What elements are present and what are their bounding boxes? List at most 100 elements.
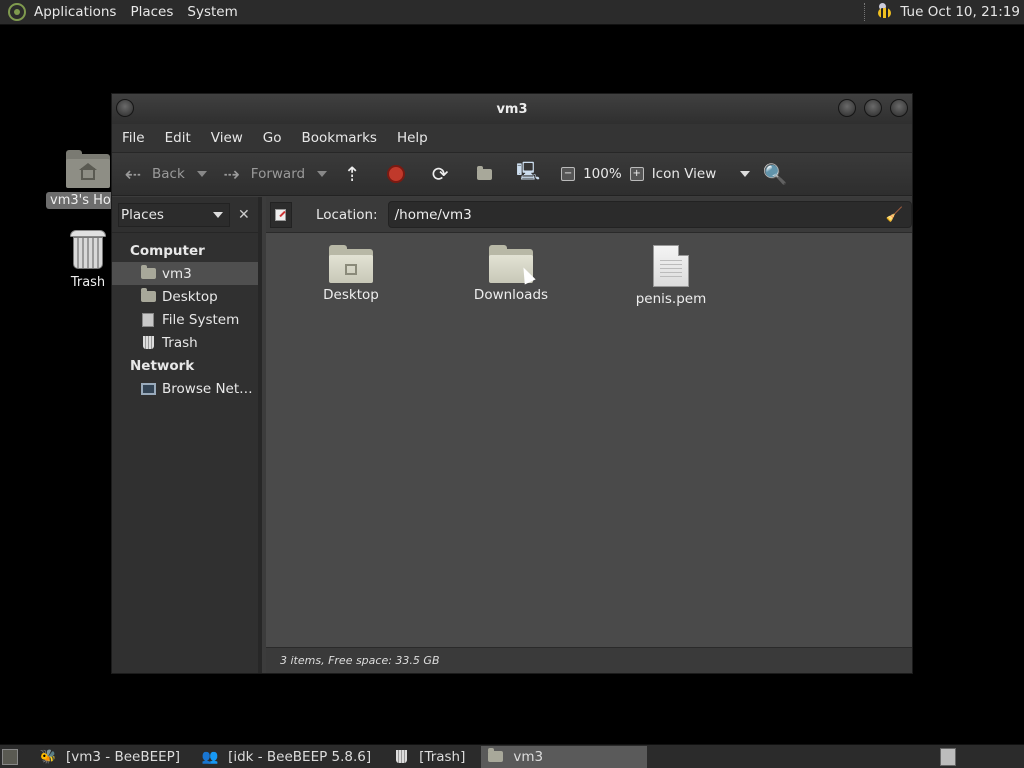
top-panel: Applications Places System Tue Oct 10, 2… [0,0,1024,25]
sidebar-item-label: File System [162,311,240,328]
stop-icon [385,163,407,185]
menu-file[interactable]: File [122,130,145,146]
chevron-down-icon [213,211,223,218]
stop-button[interactable] [385,153,415,195]
search-button[interactable]: 🔍 [763,153,794,195]
bottom-panel: 🐝 [vm3 - BeeBEEP] 👥 [idk - BeeBEEP 5.8.6… [0,744,1024,768]
menubar: File Edit View Go Bookmarks Help [112,124,912,152]
sidebar-item-label: Trash [162,334,198,351]
menu-help[interactable]: Help [397,130,428,146]
sidebar-item-vm3[interactable]: vm3 [112,262,258,285]
top-panel-menus: Applications Places System [34,0,246,24]
menu-applications[interactable]: Applications [34,4,124,20]
window-menu-button[interactable] [116,99,134,117]
window-title: vm3 [496,101,528,117]
sidebar-item-label: Browse Net… [162,380,253,397]
sidebar-selector-label: Places [121,206,164,223]
back-label: Back [152,166,185,182]
back-arrow-icon: ⇠ [124,162,142,186]
file-item-desktop[interactable]: Desktop [296,245,406,303]
menu-bookmarks[interactable]: Bookmarks [302,130,377,146]
sidebar-item-label: Desktop [162,288,218,305]
taskbar-item-label: [idk - BeeBEEP 5.8.6] [228,748,372,765]
up-button[interactable]: ⇡ [341,153,371,195]
content-area: Location: /home/vm3 🧹 Desktop Downloads [266,197,912,673]
beebeep-tray-icon[interactable] [874,3,894,21]
status-bar: 3 items, Free space: 33.5 GB [266,647,912,673]
sidebar-header: Places ✕ [112,197,258,233]
file-item-downloads[interactable]: Downloads [456,245,566,303]
back-button[interactable]: ⇠ Back [122,153,207,195]
location-input[interactable]: /home/vm3 🧹 [387,201,912,228]
computer-button[interactable]: 🖳 [516,153,547,195]
window-titlebar[interactable]: vm3 [112,94,912,124]
zoom-in-icon[interactable]: + [629,167,644,181]
close-button[interactable] [890,99,908,117]
home-button[interactable] [473,153,503,195]
menu-go[interactable]: Go [263,130,282,146]
home-folder-icon [487,748,503,764]
minimize-button[interactable] [838,99,856,117]
status-text: 3 items, Free space: 33.5 GB [280,654,440,667]
edit-icon [275,208,287,221]
close-sidebar-icon[interactable]: ✕ [238,207,250,223]
file-item-label: Desktop [323,287,379,303]
taskbar-item-label: [vm3 - BeeBEEP] [66,748,181,765]
zoom-level: 100% [583,166,622,182]
taskbar-item-trash[interactable]: [Trash] [387,746,471,768]
beebeep-icon: 🐝 [39,748,57,765]
forward-arrow-icon: ⇢ [223,162,241,186]
file-manager-window: vm3 File Edit View Go Bookmarks Help ⇠ B… [111,93,913,674]
back-history-dropdown-icon[interactable] [196,171,207,177]
home-folder-icon [66,150,110,188]
forward-history-dropdown-icon[interactable] [317,171,328,177]
file-item-penis-pem[interactable]: penis.pem [616,245,726,307]
maximize-button[interactable] [864,99,882,117]
text-file-icon [653,245,689,287]
sidebar-item-desktop[interactable]: Desktop [112,285,258,308]
desktop-icon-label: Trash [70,275,106,290]
menu-system[interactable]: System [187,4,245,20]
menu-edit[interactable]: Edit [165,130,191,146]
zoom-controls: − 100% + [561,153,644,195]
location-label: Location: [315,206,378,223]
file-item-label: penis.pem [635,291,707,307]
chevron-down-icon [740,171,751,177]
gnome-foot-icon[interactable] [8,3,26,21]
taskbar-item-beebeep-idk[interactable]: 👥 [idk - BeeBEEP 5.8.6] [196,746,377,768]
sidebar-section-network: Network [130,357,195,374]
zoom-out-icon[interactable]: − [561,167,576,181]
sidebar-selector[interactable]: Places [118,202,230,227]
view-mode-label: Icon View [651,166,717,182]
taskbar-item-vm3[interactable]: vm3 [481,745,648,768]
trash-icon [393,750,409,764]
sidebar-item-file-system[interactable]: File System [112,308,258,331]
trash-icon [70,228,106,270]
sidebar-item-trash[interactable]: Trash [112,331,258,354]
view-mode-select[interactable]: Icon View [652,153,751,195]
sidebar: Places ✕ Computer vm3 Desktop File Syste… [112,197,262,673]
sidebar-item-browse-network[interactable]: Browse Net… [112,377,258,400]
window-body: Places ✕ Computer vm3 Desktop File Syste… [112,197,912,673]
drive-icon [140,312,156,327]
folder-icon [329,245,373,283]
workspace-switcher[interactable] [940,747,956,766]
menu-view[interactable]: View [211,130,243,146]
show-desktop-button[interactable] [2,748,18,765]
desktop-folder-icon [140,288,156,304]
toggle-location-mode-button[interactable] [270,201,292,228]
clear-broom-icon[interactable]: 🧹 [886,207,903,223]
taskbar-item-label: [Trash] [419,748,466,765]
location-bar: Location: /home/vm3 🧹 [266,197,912,233]
sidebar-section-computer: Computer [130,242,205,259]
top-panel-tray: Tue Oct 10, 21:19 [864,0,1024,24]
taskbar-item-label: vm3 [513,748,544,765]
clock[interactable]: Tue Oct 10, 21:19 [900,4,1024,20]
panel-separator [864,3,866,21]
forward-button[interactable]: ⇢ Forward [221,153,328,195]
forward-label: Forward [250,166,306,182]
reload-button[interactable]: ⟳ [429,153,459,195]
taskbar-item-beebeep-vm3[interactable]: 🐝 [vm3 - BeeBEEP] [34,746,186,768]
menu-places[interactable]: Places [130,4,181,20]
location-value: /home/vm3 [394,206,472,223]
